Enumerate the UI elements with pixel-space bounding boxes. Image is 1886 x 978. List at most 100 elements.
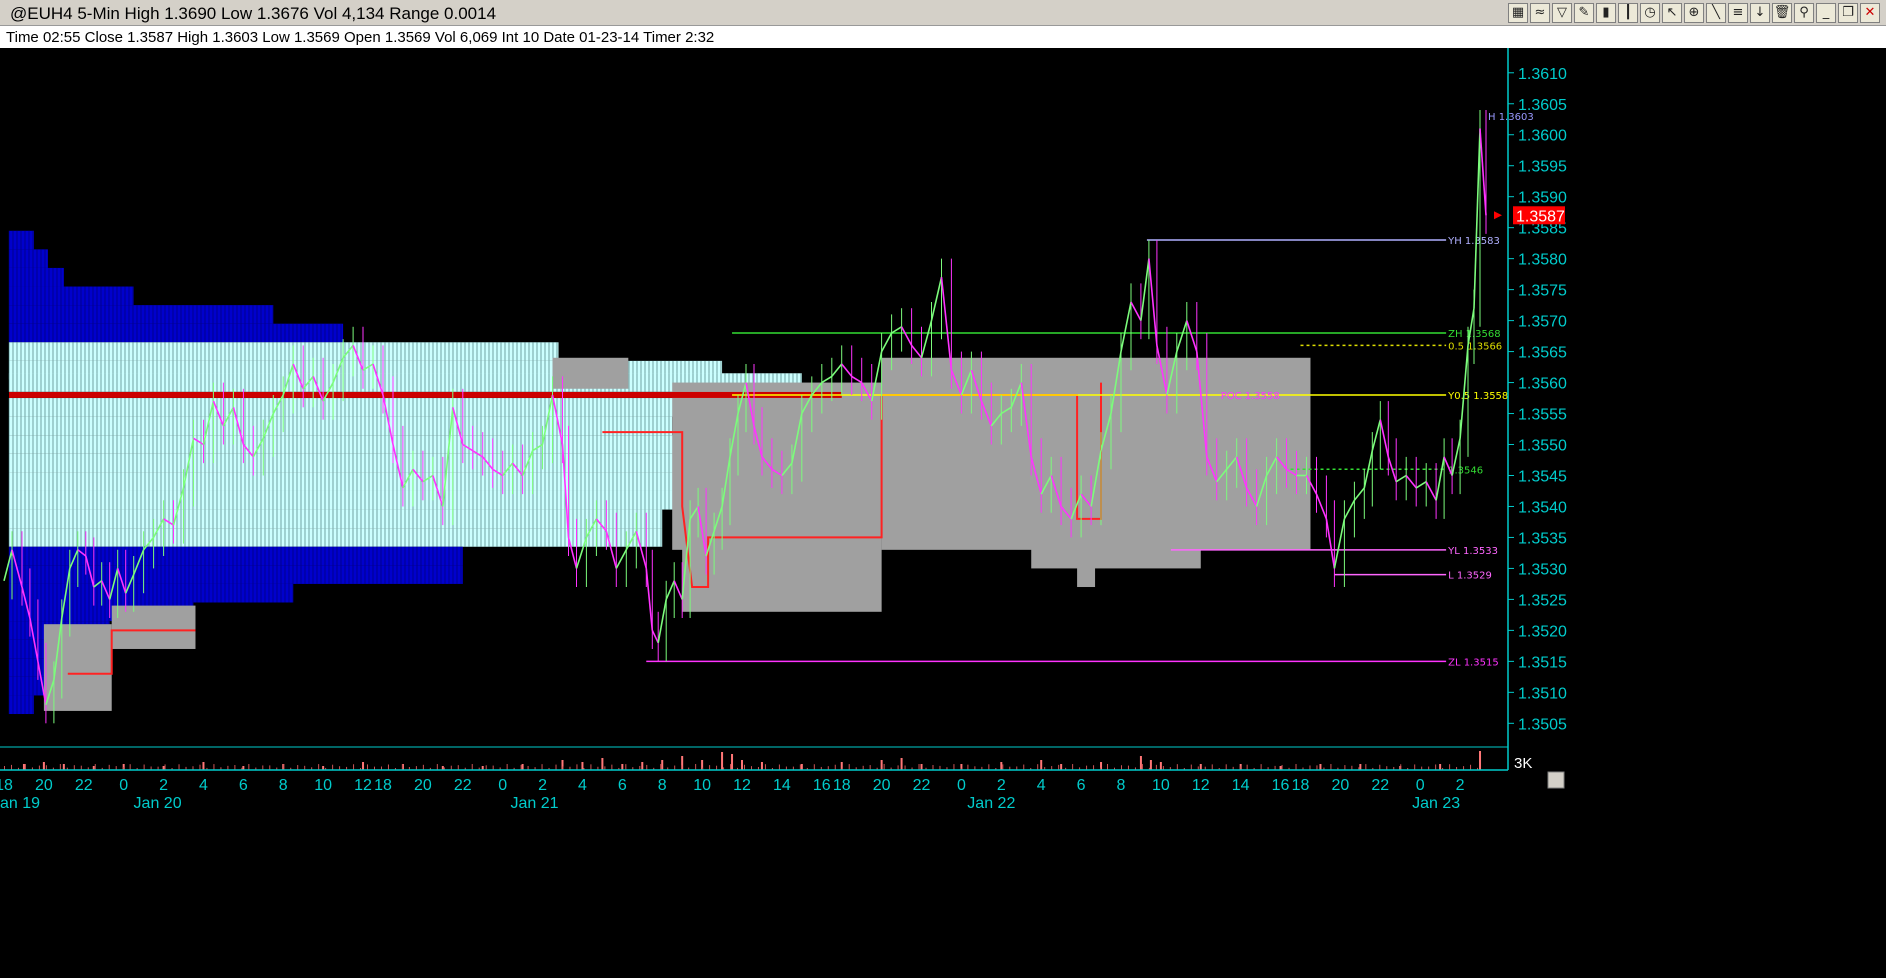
x-tick-label: 2 bbox=[1456, 777, 1465, 794]
x-tick-label: 12 bbox=[354, 777, 372, 794]
level-label: ZL 1.3515 bbox=[1448, 657, 1499, 668]
x-tick-label: 20 bbox=[1331, 777, 1349, 794]
volume-bar bbox=[1260, 764, 1262, 770]
x-tick-label: 2 bbox=[159, 777, 168, 794]
volume-bar bbox=[601, 758, 604, 770]
x-tick-label: 14 bbox=[773, 777, 791, 794]
volume-bar bbox=[367, 764, 369, 770]
price-segment bbox=[930, 277, 943, 321]
volume-bar bbox=[721, 752, 724, 770]
volume-bar bbox=[900, 758, 903, 770]
window-title: @EUH4 5-Min High 1.3690 Low 1.3676 Vol 4… bbox=[10, 4, 497, 23]
x-tick-label: 12 bbox=[733, 777, 751, 794]
price-segment bbox=[851, 375, 863, 384]
link-icon[interactable]: ⚲ bbox=[1794, 3, 1814, 23]
poc-line bbox=[8, 391, 842, 398]
x-tick-label: 20 bbox=[414, 777, 432, 794]
volume-bar bbox=[834, 764, 836, 770]
x-tick-label: 6 bbox=[239, 777, 248, 794]
arrow-down-icon[interactable]: ↓ bbox=[1750, 3, 1770, 23]
profile-row bbox=[8, 528, 663, 547]
volume-bar bbox=[581, 762, 584, 770]
price-segment bbox=[891, 326, 903, 334]
price-segment bbox=[1333, 518, 1346, 569]
fib-icon[interactable]: ≡ bbox=[1728, 3, 1748, 23]
x-tick-label: 4 bbox=[1037, 777, 1046, 794]
y-tick-label: 1.3545 bbox=[1518, 468, 1567, 485]
time-axis[interactable]: 1820220246810121820220246810121416182022… bbox=[0, 769, 1565, 812]
profile-row bbox=[8, 490, 723, 510]
volume-bar bbox=[248, 764, 250, 770]
volume-bar bbox=[918, 764, 920, 770]
price-segment bbox=[900, 326, 913, 346]
profile-row bbox=[8, 583, 294, 603]
value-area-block bbox=[1077, 549, 1096, 588]
volume-bar bbox=[1479, 751, 1482, 770]
x-tick-label: 0 bbox=[957, 777, 966, 794]
price-segment bbox=[651, 630, 659, 644]
x-tick-label: 22 bbox=[1371, 777, 1389, 794]
price-axis[interactable]: 1.36101.36051.36001.35951.35901.35851.35… bbox=[1507, 48, 1567, 770]
volume-bar bbox=[178, 764, 180, 770]
volume-bar bbox=[880, 760, 883, 770]
volume-bar bbox=[1449, 764, 1451, 770]
volume-bar bbox=[1176, 764, 1178, 770]
y-tick-label: 1.3510 bbox=[1518, 685, 1567, 702]
y-tick-label: 1.3570 bbox=[1518, 314, 1567, 331]
volume-bar bbox=[731, 754, 734, 770]
volume-bar bbox=[202, 762, 205, 770]
volume-bar bbox=[94, 764, 96, 770]
volume-bar bbox=[541, 764, 543, 770]
price-segment bbox=[1353, 487, 1365, 501]
price-segment bbox=[880, 332, 893, 352]
chart-type-icon[interactable]: ▦ bbox=[1508, 3, 1528, 23]
line-tool-icon[interactable]: ╲ bbox=[1706, 3, 1726, 23]
close-icon[interactable]: ✕ bbox=[1860, 3, 1880, 23]
toolbar: ▦ ≈ ▽ ✎ ▮ ┃ ◷ ↖ ⊕ ╲ ≡ ↓ 🗑 ⚲ _ ❐ ✕ bbox=[1508, 3, 1880, 23]
y-tick-label: 1.3595 bbox=[1518, 159, 1567, 176]
minimize-icon[interactable]: _ bbox=[1816, 3, 1836, 23]
x-tick-label: 20 bbox=[35, 777, 53, 794]
clock-icon[interactable]: ◷ bbox=[1640, 3, 1660, 23]
price-segment bbox=[1325, 518, 1336, 569]
candle-icon[interactable]: ┃ bbox=[1618, 3, 1638, 23]
filter-icon[interactable]: ▽ bbox=[1552, 3, 1572, 23]
level-label: YL 1.3533 bbox=[1447, 546, 1498, 557]
level-label: H 1.3603 bbox=[1488, 112, 1534, 123]
volume-bar bbox=[1330, 764, 1332, 770]
volume-bar bbox=[1141, 764, 1143, 770]
x-tick-label: 0 bbox=[498, 777, 507, 794]
cursor-icon[interactable]: ↖ bbox=[1662, 3, 1682, 23]
trash-icon[interactable]: 🗑 bbox=[1772, 3, 1792, 23]
indicator-icon[interactable]: ≈ bbox=[1530, 3, 1550, 23]
level-label: Y0.5 1.3558 bbox=[1447, 391, 1508, 402]
volume-bar bbox=[730, 764, 732, 770]
restore-icon[interactable]: ❐ bbox=[1838, 3, 1858, 23]
bar-chart-icon[interactable]: ▮ bbox=[1596, 3, 1616, 23]
volume-bar bbox=[471, 764, 473, 770]
x-date-label: Jan 19 bbox=[0, 795, 40, 812]
profile-row bbox=[8, 249, 48, 268]
y-tick-label: 1.3590 bbox=[1518, 190, 1567, 207]
x-tick-label: 10 bbox=[693, 777, 711, 794]
volume-bar bbox=[1199, 764, 1202, 770]
price-chart[interactable]: H 1.3603YH 1.3583ZH 1.35680.5 1.3566Y0.5… bbox=[0, 48, 1886, 978]
volume-bar bbox=[24, 764, 26, 770]
price-segment bbox=[1435, 456, 1445, 501]
volume-bar bbox=[695, 764, 697, 770]
price-segment bbox=[657, 599, 667, 643]
zoom-icon[interactable]: ⊕ bbox=[1684, 3, 1704, 23]
current-price-label: 1.3587 bbox=[1516, 208, 1565, 225]
profile-row bbox=[8, 435, 693, 454]
volume-bar bbox=[129, 764, 131, 770]
y-tick-label: 1.3575 bbox=[1518, 283, 1567, 300]
volume-bar bbox=[353, 764, 355, 770]
volume-bar bbox=[967, 764, 969, 770]
draw-icon[interactable]: ✎ bbox=[1574, 3, 1594, 23]
volume-bar bbox=[848, 764, 850, 770]
volume-bar bbox=[760, 762, 763, 770]
volume-bar bbox=[625, 764, 627, 770]
volume-bar bbox=[661, 760, 664, 770]
volume-bar bbox=[521, 764, 524, 770]
price-segment bbox=[1371, 419, 1382, 451]
